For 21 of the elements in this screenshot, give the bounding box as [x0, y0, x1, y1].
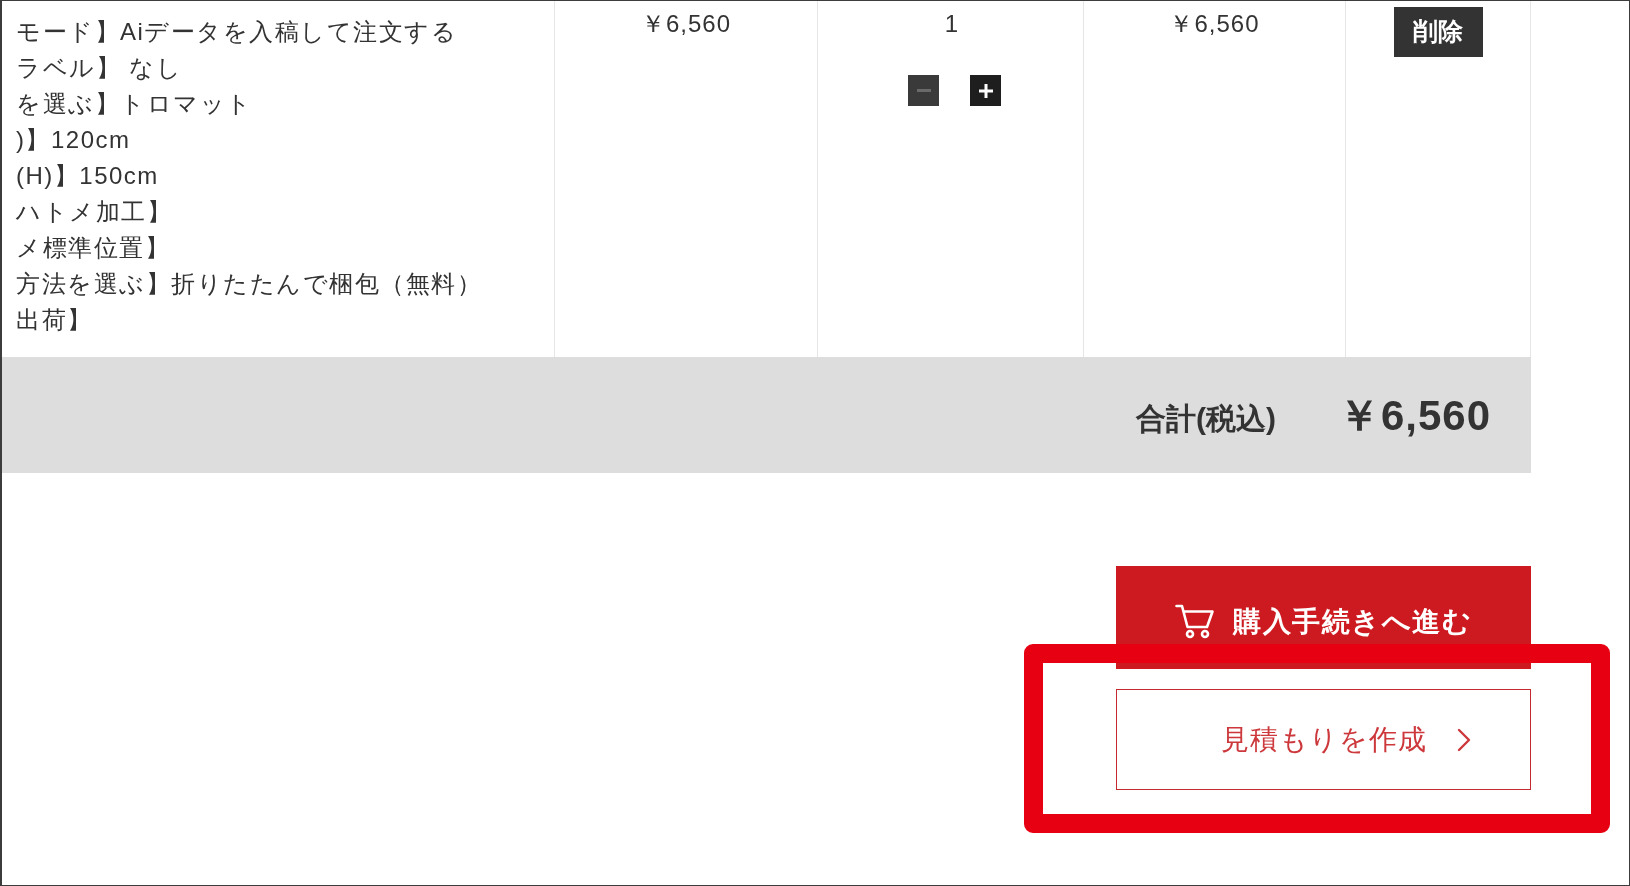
option-text: モード】Aiデータを入稿して注文する [16, 17, 459, 47]
option-text: を選ぶ】トロマット [16, 89, 254, 119]
unit-price: ￥6,560 [640, 9, 732, 39]
subtotal-price: ￥6,560 [1169, 9, 1260, 39]
option-text: ハトメ加工】 [16, 197, 173, 227]
option-text: )】120cm [16, 125, 132, 155]
estimate-button[interactable]: 見積もりを作成 [1116, 689, 1531, 790]
quantity-value: 1 [943, 9, 959, 39]
cart-icon [1175, 603, 1215, 640]
delete-button[interactable]: 削除 [1393, 7, 1483, 57]
option-text: 出荷】 [16, 305, 94, 335]
option-text: (H)】150cm [16, 161, 160, 191]
total-amount: ￥6,560 [1337, 390, 1491, 441]
total-label: 合計(税込) [1135, 400, 1276, 437]
option-text: メ標準位置】 [16, 233, 171, 263]
increase-button[interactable] [970, 75, 1001, 106]
plus-icon [978, 83, 993, 98]
option-text: ラベル】 なし [16, 53, 184, 83]
minus-icon [916, 89, 931, 92]
option-text: 方法を選ぶ】折りたたんで梱包（無料） [16, 269, 483, 299]
chevron-right-icon [1456, 727, 1471, 752]
